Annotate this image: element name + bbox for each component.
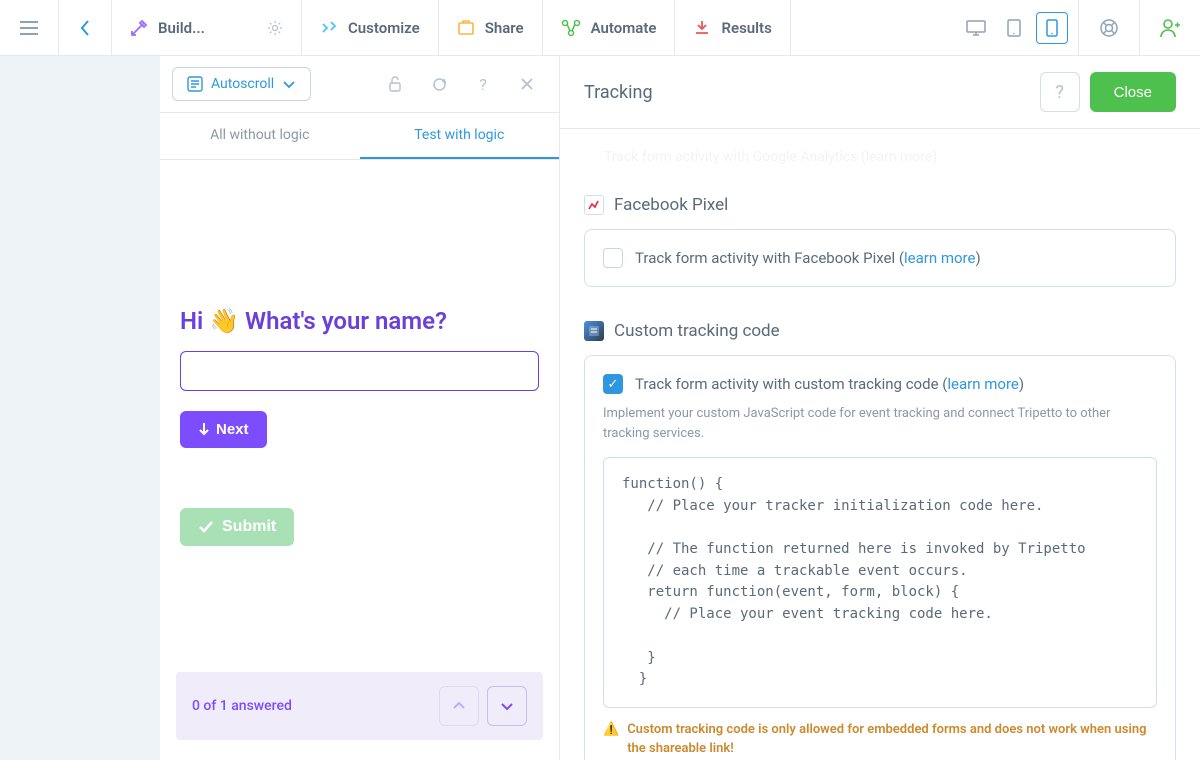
facebook-option-box: Track form activity with Facebook Pixel … [584, 229, 1176, 287]
warning-icon: ⚠️ [603, 720, 619, 759]
refresh-icon [431, 76, 448, 93]
facebook-pixel-icon [584, 195, 604, 215]
nav-results-label: Results [721, 19, 771, 37]
facebook-checkbox[interactable] [603, 248, 623, 268]
mobile-icon [1046, 19, 1058, 37]
nav-share-label: Share [485, 19, 524, 37]
nav-build-label: Build... [158, 19, 205, 37]
close-icon [520, 77, 534, 91]
chevron-left-icon [79, 19, 91, 37]
hidden-ga-row: Track form activity with Google Analytic… [584, 149, 1176, 165]
share-icon [457, 19, 475, 37]
user-icon [1160, 18, 1180, 38]
device-mobile[interactable] [1036, 12, 1068, 44]
custom-label: Track form activity with custom tracking… [635, 375, 947, 393]
facebook-label: Track form activity with Facebook Pixel … [635, 249, 904, 267]
progress-text: 0 of 1 answered [192, 698, 292, 714]
section-facebook-pixel: Facebook Pixel [584, 195, 1176, 215]
settings-help-button[interactable]: ? [1040, 72, 1080, 112]
prev-question-button[interactable] [439, 686, 479, 726]
form-icon [187, 76, 203, 92]
hamburger-icon [20, 21, 38, 35]
nav-share[interactable]: Share [439, 0, 543, 55]
next-question-button[interactable] [487, 686, 527, 726]
custom-heading: Custom tracking code [614, 321, 780, 341]
left-gutter [0, 56, 160, 760]
check-icon [198, 520, 214, 534]
lock-icon [388, 76, 402, 93]
device-selector [950, 0, 1079, 55]
help-button[interactable] [1079, 0, 1140, 55]
facebook-heading: Facebook Pixel [614, 195, 728, 215]
customize-icon [320, 19, 338, 37]
settings-panel: Tracking ? Close Track form activity wit… [560, 56, 1200, 760]
preview-close-button[interactable] [507, 66, 547, 102]
device-desktop[interactable] [960, 12, 992, 44]
facebook-learn-more[interactable]: learn more [904, 249, 975, 267]
custom-learn-more[interactable]: learn more [947, 375, 1018, 393]
autoscroll-label: Autoscroll [211, 76, 274, 92]
next-button[interactable]: Next [180, 411, 267, 448]
nav-customize-label: Customize [348, 19, 420, 37]
nav-results[interactable]: Results [675, 0, 790, 55]
nav-automate-label: Automate [591, 19, 657, 37]
automate-icon [561, 19, 581, 37]
next-label: Next [216, 421, 249, 438]
preview-panel: Autoscroll ? All without logic Test with… [160, 56, 560, 760]
autoscroll-dropdown[interactable]: Autoscroll [172, 67, 311, 101]
tab-all-without-logic[interactable]: All without logic [160, 113, 360, 159]
custom-close-paren: ) [1019, 375, 1024, 393]
nav-automate[interactable]: Automate [543, 0, 676, 55]
form-question: Hi 👋 What's your name? [180, 307, 539, 335]
account-button[interactable] [1140, 0, 1200, 55]
chevron-up-icon [452, 701, 466, 711]
chevron-down-icon [282, 79, 296, 89]
name-input[interactable] [180, 351, 539, 391]
back-button[interactable] [59, 0, 112, 55]
submit-button[interactable]: Submit [180, 508, 294, 546]
menu-button[interactable] [0, 0, 59, 55]
desktop-icon [966, 20, 986, 36]
chevron-down-icon [500, 701, 514, 711]
refresh-button[interactable] [419, 66, 459, 102]
arrow-down-icon [198, 422, 210, 436]
lock-button[interactable] [375, 66, 415, 102]
preview-help-button[interactable]: ? [463, 66, 503, 102]
close-button[interactable]: Close [1090, 72, 1176, 112]
custom-code-icon [584, 321, 604, 341]
lifebuoy-icon [1099, 18, 1119, 38]
device-tablet[interactable] [998, 12, 1030, 44]
custom-code-editor[interactable]: function() { // Place your tracker initi… [603, 457, 1157, 708]
tab-test-with-logic[interactable]: Test with logic [360, 113, 560, 159]
results-icon [693, 19, 711, 37]
custom-option-box: ✓ Track form activity with custom tracki… [584, 355, 1176, 760]
section-custom-tracking: Custom tracking code [584, 321, 1176, 341]
top-toolbar: Build... Customize Share Automate Result… [0, 0, 1200, 56]
nav-build[interactable]: Build... [112, 0, 302, 55]
tablet-icon [1007, 19, 1021, 37]
custom-checkbox[interactable]: ✓ [603, 374, 623, 394]
custom-description: Implement your custom JavaScript code fo… [603, 404, 1157, 443]
warning-text: Custom tracking code is only allowed for… [627, 720, 1157, 759]
settings-title: Tracking [584, 82, 653, 103]
facebook-close-paren: ) [975, 249, 980, 267]
build-icon [130, 19, 148, 37]
gear-icon[interactable] [267, 20, 283, 36]
submit-label: Submit [222, 518, 276, 536]
nav-customize[interactable]: Customize [302, 0, 439, 55]
